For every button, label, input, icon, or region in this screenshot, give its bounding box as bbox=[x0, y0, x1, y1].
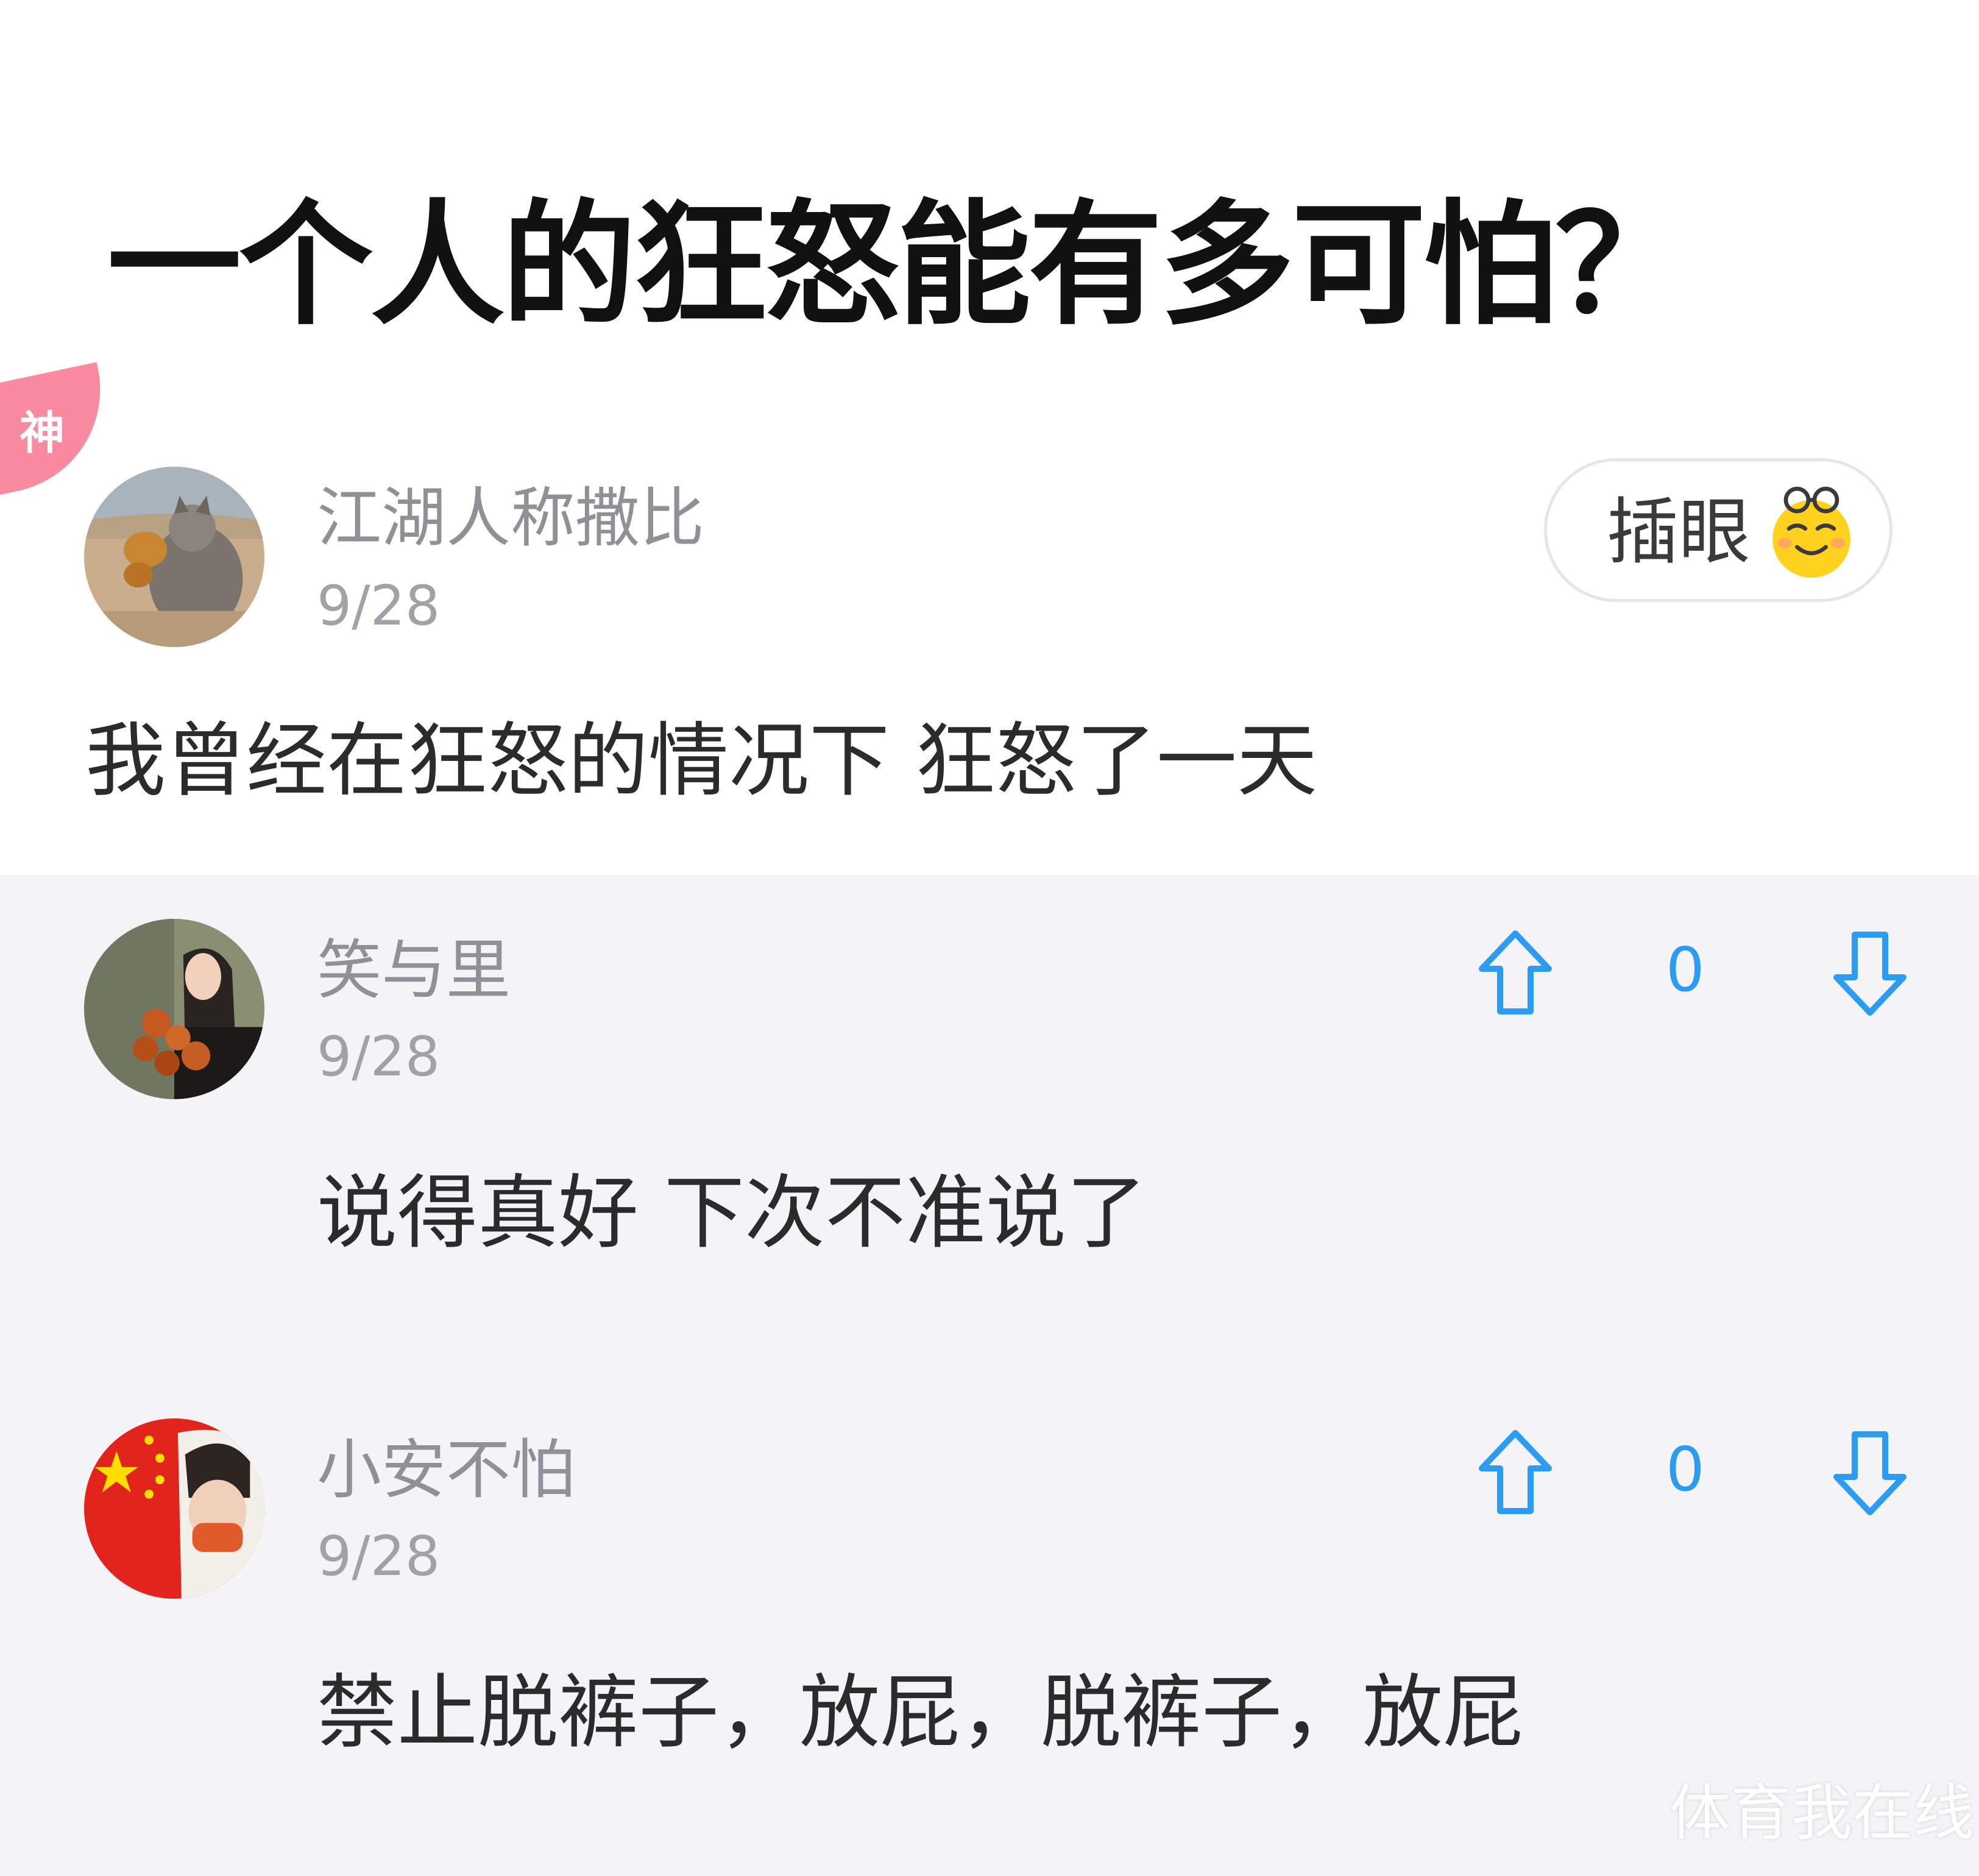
reply-text: 说得真好 下次不准说了 bbox=[317, 1166, 1147, 1260]
insert-eye-label: 插眼 bbox=[1607, 490, 1751, 574]
avatar[interactable] bbox=[84, 467, 264, 647]
reply-text: 禁止脱裤子，放屁，脱裤子，放屁 bbox=[317, 1666, 1523, 1760]
smiling-emoji-icon bbox=[1760, 480, 1863, 582]
reply-username[interactable]: 小安不怕 bbox=[317, 1431, 575, 1510]
vote-count: 0 bbox=[1666, 1434, 1705, 1505]
avatar-woman-flowers-image bbox=[84, 919, 264, 1099]
avatar[interactable] bbox=[84, 919, 264, 1099]
reply-date: 9/28 bbox=[317, 1025, 441, 1089]
comment-text: 我曾经在狂怒的情况下 狂怒了一天 bbox=[85, 714, 1317, 808]
upvote-arrow-icon[interactable] bbox=[1476, 927, 1555, 1019]
watermark: 体育我在线 bbox=[1669, 1777, 1974, 1849]
app-screen: 一个人的狂怒能有多可怕？ 神 江湖人称撒比 9/28 插眼 我曾经在狂怒的情况下… bbox=[0, 0, 1979, 1876]
avatar-flag-portrait-image bbox=[84, 1418, 264, 1599]
reply-username[interactable]: 笑与里 bbox=[317, 931, 511, 1010]
insert-eye-button[interactable]: 插眼 bbox=[1544, 458, 1892, 602]
comment-username[interactable]: 江湖人称撒比 bbox=[317, 479, 704, 558]
downvote-arrow-icon[interactable] bbox=[1830, 927, 1910, 1019]
god-comment-badge-label: 神 bbox=[19, 407, 65, 459]
vote-count: 0 bbox=[1666, 934, 1705, 1005]
reply-date: 9/28 bbox=[317, 1524, 441, 1588]
avatar[interactable] bbox=[84, 1418, 264, 1599]
downvote-arrow-icon[interactable] bbox=[1830, 1427, 1910, 1518]
page-title: 一个人的狂怒能有多可怕？ bbox=[107, 187, 1689, 343]
avatar-cat-image bbox=[84, 467, 264, 647]
upvote-arrow-icon[interactable] bbox=[1476, 1427, 1555, 1518]
comment-date: 9/28 bbox=[317, 574, 441, 638]
